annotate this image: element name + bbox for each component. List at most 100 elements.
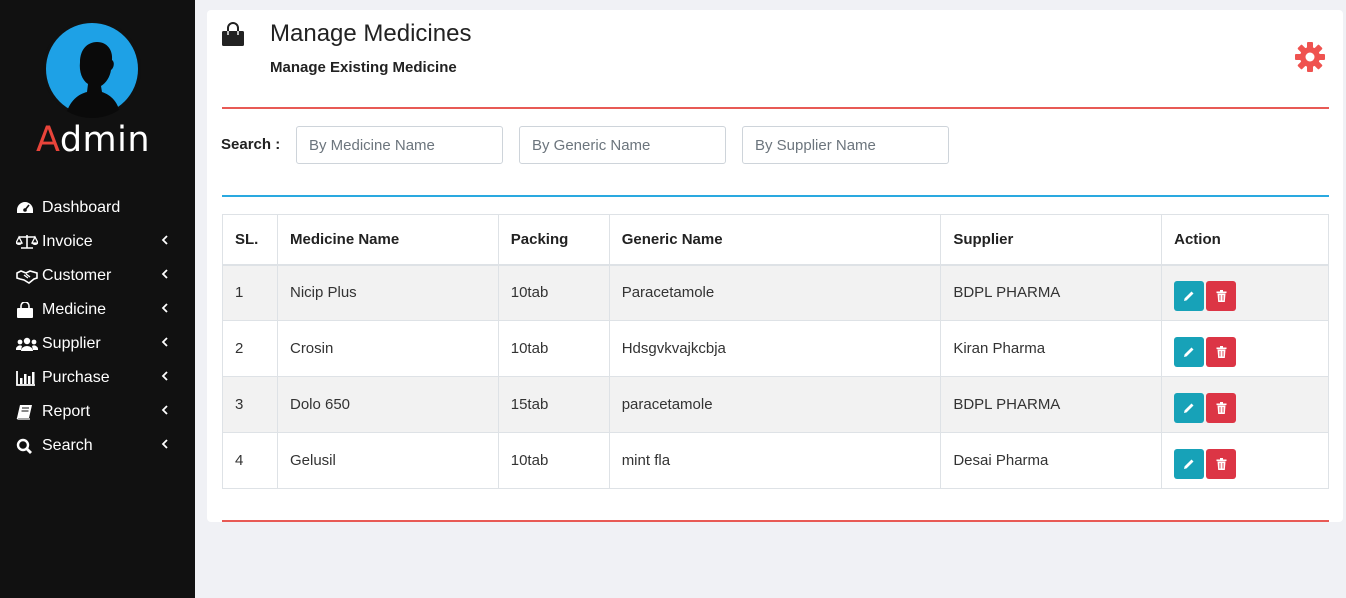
search-medicine-name-input[interactable] (296, 126, 503, 164)
edit-button[interactable] (1174, 336, 1205, 367)
handshake-icon (16, 268, 38, 284)
column-header-packing: Packing (497, 214, 610, 266)
cell-sl: 2 (222, 320, 278, 377)
sidebar-item-search[interactable]: Search (0, 429, 195, 463)
cell-generic-name: paracetamole (608, 376, 942, 433)
cell-medicine-name: Gelusil (276, 432, 499, 489)
shopping-bag-icon (222, 22, 244, 46)
search-icon (16, 438, 38, 454)
cell-generic-name: Paracetamole (608, 264, 942, 321)
cell-generic-name: mint fla (608, 432, 942, 489)
delete-button[interactable] (1206, 448, 1237, 479)
cell-supplier: Desai Pharma (940, 432, 1163, 489)
cell-packing: 15tab (497, 376, 610, 433)
sidebar-item-label: Customer (42, 267, 112, 284)
chevron-left-icon (161, 439, 168, 449)
cell-medicine-name: Nicip Plus (276, 264, 499, 321)
column-header-generic-name: Generic Name (608, 214, 942, 266)
search-supplier-name-input[interactable] (742, 126, 949, 164)
table-row: 1 Nicip Plus 10tab Paracetamole BDPL PHA… (222, 264, 1329, 321)
cell-action (1161, 432, 1329, 489)
sidebar-item-label: Medicine (42, 301, 107, 318)
chevron-left-icon (161, 371, 168, 381)
search-divider (222, 195, 1329, 197)
edit-button[interactable] (1174, 280, 1205, 311)
sidebar-nav: Dashboard Invoice Customer Medicine Supp… (0, 191, 195, 463)
pencil-icon (1184, 403, 1194, 413)
delete-button[interactable] (1206, 392, 1237, 423)
cell-supplier: BDPL PHARMA (940, 376, 1163, 433)
sidebar-item-medicine[interactable]: Medicine (0, 293, 195, 327)
sidebar-item-report[interactable]: Report (0, 395, 195, 429)
sidebar-item-supplier[interactable]: Supplier (0, 327, 195, 361)
cell-action (1161, 376, 1329, 433)
chevron-left-icon (161, 337, 168, 347)
sidebar-item-customer[interactable]: Customer (0, 259, 195, 293)
users-icon (16, 336, 38, 352)
edit-button[interactable] (1174, 448, 1205, 479)
table-header-row: SL. Medicine Name Packing Generic Name S… (222, 214, 1329, 266)
cell-supplier: BDPL PHARMA (940, 264, 1163, 321)
search-generic-name-input[interactable] (519, 126, 726, 164)
cell-medicine-name: Dolo 650 (276, 376, 499, 433)
chevron-left-icon (161, 303, 168, 313)
chevron-left-icon (161, 405, 168, 415)
header-divider (222, 107, 1329, 109)
sidebar-item-purchase[interactable]: Purchase (0, 361, 195, 395)
delete-button[interactable] (1206, 336, 1237, 367)
pencil-icon (1184, 347, 1194, 357)
trash-icon (1216, 401, 1227, 414)
tachometer-icon (16, 200, 38, 216)
column-header-medicine-name: Medicine Name (276, 214, 499, 266)
brand-rest: dmin (59, 120, 151, 160)
cell-generic-name: Hdsgvkvajkcbja (608, 320, 942, 377)
sidebar-item-label: Supplier (42, 335, 101, 352)
column-header-sl: SL. (222, 214, 278, 266)
brand-logo: Admin (36, 120, 150, 160)
edit-button[interactable] (1174, 392, 1205, 423)
balance-scale-icon (16, 234, 38, 250)
sidebar-item-invoice[interactable]: Invoice (0, 225, 195, 259)
sidebar-item-label: Report (42, 403, 91, 420)
chevron-left-icon (161, 269, 168, 279)
shopping-bag-icon (16, 302, 38, 318)
cell-medicine-name: Crosin (276, 320, 499, 377)
cell-action (1161, 264, 1329, 321)
book-icon (16, 404, 38, 420)
cell-packing: 10tab (497, 320, 610, 377)
search-label: Search : (221, 136, 281, 153)
bar-chart-icon (16, 370, 38, 386)
delete-button[interactable] (1206, 280, 1237, 311)
sidebar-item-label: Purchase (42, 369, 110, 386)
admin-avatar (43, 20, 141, 118)
cell-packing: 10tab (497, 264, 610, 321)
sidebar-item-dashboard[interactable]: Dashboard (0, 191, 195, 225)
user-silhouette-icon (43, 20, 141, 118)
table-row: 2 Crosin 10tab Hdsgvkvajkcbja Kiran Phar… (222, 320, 1329, 377)
cell-sl: 3 (222, 376, 278, 433)
brand-first-letter: A (36, 120, 60, 160)
trash-icon (1216, 289, 1227, 302)
main-card: Manage Medicines Manage Existing Medicin… (207, 10, 1343, 522)
page-title: Manage Medicines (270, 20, 472, 47)
pencil-icon (1184, 459, 1194, 469)
footer-divider (222, 520, 1329, 522)
cell-packing: 10tab (497, 432, 610, 489)
page-subtitle: Manage Existing Medicine (270, 59, 457, 76)
column-header-supplier: Supplier (940, 214, 1163, 266)
sidebar-item-label: Search (42, 437, 93, 454)
trash-icon (1216, 457, 1227, 470)
table-row: 3 Dolo 650 15tab paracetamole BDPL PHARM… (222, 376, 1329, 433)
sidebar: Admin Dashboard Invoice Customer Medicin… (0, 0, 195, 598)
trash-icon (1216, 345, 1227, 358)
gear-icon[interactable] (1294, 41, 1326, 73)
chevron-left-icon (161, 235, 168, 245)
pencil-icon (1184, 291, 1194, 301)
cell-sl: 1 (222, 264, 278, 321)
column-header-action: Action (1161, 214, 1329, 266)
table-row: 4 Gelusil 10tab mint fla Desai Pharma (222, 432, 1329, 489)
medicines-table: SL. Medicine Name Packing Generic Name S… (222, 214, 1329, 489)
sidebar-item-label: Dashboard (42, 199, 121, 216)
cell-sl: 4 (222, 432, 278, 489)
cell-action (1161, 320, 1329, 377)
